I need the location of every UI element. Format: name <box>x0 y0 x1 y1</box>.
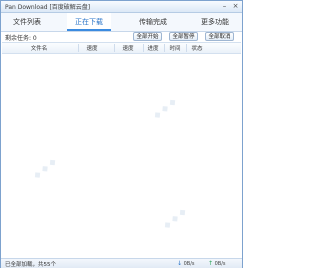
upload-speed-value: 0B/s <box>214 261 226 267</box>
watermark: ◆ ◆ ◆ <box>151 96 179 122</box>
status-text: 已全部加载，共55个 <box>5 262 56 268</box>
tab-more-features[interactable]: 更多功能 <box>193 13 237 31</box>
download-speed-value: 0B/s <box>183 261 195 267</box>
tab-transfer-complete[interactable]: 传输完成 <box>131 13 175 31</box>
watermark: ◆ ◆ ◆ <box>161 206 189 232</box>
column-divider <box>114 44 115 52</box>
tab-downloading[interactable]: 正在下载 <box>67 13 111 31</box>
title-bar[interactable]: Pan Download [百度破解云盘] – × <box>1 1 242 13</box>
column-divider <box>78 44 79 52</box>
column-speed[interactable]: 速度 <box>82 44 102 52</box>
column-divider <box>186 44 187 52</box>
download-list[interactable]: ◆ ◆ ◆ ◆ ◆ ◆ ◆ ◆ ◆ <box>2 54 241 258</box>
column-progress[interactable]: 进度 <box>144 44 162 52</box>
download-toolbar: 剩余任务: 0 全部开始 全部暂停 全部取消 <box>1 32 242 42</box>
column-divider <box>164 44 165 52</box>
column-time[interactable]: 时间 <box>166 44 184 52</box>
column-status[interactable]: 状态 <box>188 44 206 52</box>
minimize-icon[interactable]: – <box>221 3 228 10</box>
column-speed-2[interactable]: 速度 <box>118 44 138 52</box>
tab-file-list[interactable]: 文件列表 <box>5 13 49 31</box>
cancel-all-button[interactable]: 全部取消 <box>205 32 234 41</box>
window-title: Pan Download [百度破解云盘] <box>5 4 91 11</box>
download-arrow-icon: ↓ <box>177 260 183 267</box>
download-speed: ↓ 0B/s <box>177 260 195 267</box>
upload-arrow-icon: ↑ <box>208 260 214 267</box>
download-list-header: 文件名 速度 速度 进度 时间 状态 <box>2 42 241 54</box>
watermark: ◆ ◆ ◆ <box>31 156 59 182</box>
status-bar: 已全部加载，共55个 ↓ 0B/s ↑ 0B/s <box>1 258 242 268</box>
upload-speed: ↑ 0B/s <box>208 260 226 267</box>
close-icon[interactable]: × <box>232 3 239 10</box>
pause-all-button[interactable]: 全部暂停 <box>169 32 198 41</box>
column-filename[interactable]: 文件名 <box>22 44 56 52</box>
remaining-tasks-label: 剩余任务: 0 <box>5 35 37 42</box>
start-all-button[interactable]: 全部开始 <box>133 32 162 41</box>
tab-bar: 文件列表 正在下载 传输完成 更多功能 <box>1 13 242 32</box>
app-window: Pan Download [百度破解云盘] – × 文件列表 正在下载 传输完成… <box>0 0 243 268</box>
